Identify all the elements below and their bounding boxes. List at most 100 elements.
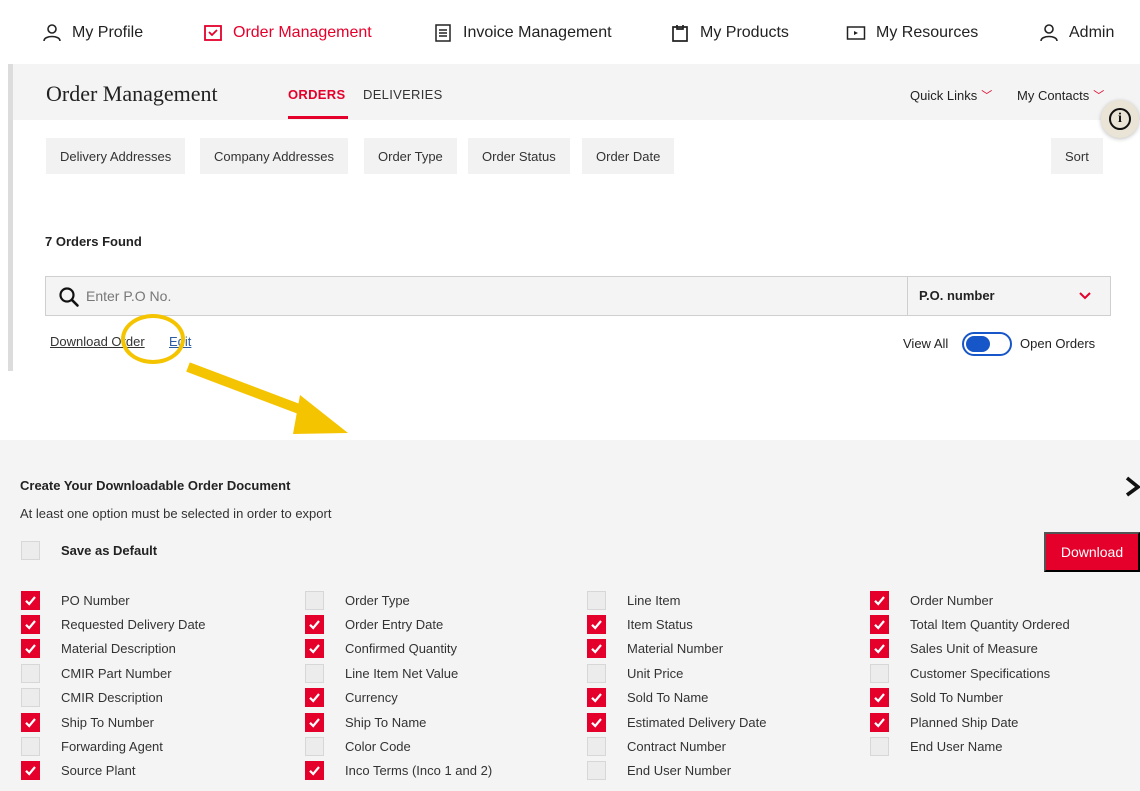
quick-links-dropdown[interactable]: Quick Links ﹀ <box>910 87 992 103</box>
export-option-label: End User Name <box>910 739 1003 755</box>
export-option-label: Sold To Number <box>910 690 1003 706</box>
export-option[interactable]: Inco Terms (Inco 1 and 2) <box>305 759 492 783</box>
export-option[interactable]: Currency <box>305 686 492 710</box>
open-orders-toggle[interactable] <box>962 332 1012 356</box>
filter-order-type[interactable]: Order Type <box>364 138 457 174</box>
checkbox-checked <box>870 590 889 610</box>
export-option[interactable]: Source Plant <box>21 759 206 783</box>
export-option[interactable]: Color Code <box>305 734 492 758</box>
info-button[interactable]: i <box>1101 100 1139 138</box>
export-option[interactable]: Order Type <box>305 588 492 612</box>
download-button[interactable]: Download <box>1044 532 1140 572</box>
checkbox <box>587 663 606 683</box>
chevron-down-icon: ﹀ <box>981 90 993 102</box>
checkbox-checked <box>870 639 889 659</box>
export-option-label: Ship To Name <box>345 714 427 730</box>
export-option[interactable]: Sales Unit of Measure <box>870 637 1070 661</box>
po-search-input[interactable] <box>86 285 886 307</box>
nav-item-label: My Products <box>700 24 789 41</box>
export-option-label: Source Plant <box>61 763 136 779</box>
nav-item-my-profile[interactable]: My Profile <box>42 22 143 44</box>
view-all-label: View All <box>903 336 949 351</box>
checkbox-checked <box>305 761 324 781</box>
nav-item-label: Admin <box>1069 24 1115 41</box>
export-option[interactable]: Line Item <box>587 588 766 612</box>
search-icon <box>59 287 79 307</box>
export-option-label: Sold To Name <box>627 690 709 706</box>
export-option-label: Total Item Quantity Ordered <box>910 617 1070 633</box>
export-option[interactable]: Total Item Quantity Ordered <box>870 612 1070 636</box>
filter-order-status[interactable]: Order Status <box>468 138 570 174</box>
export-option[interactable]: Material Number <box>587 637 766 661</box>
export-option[interactable]: Sold To Number <box>870 686 1070 710</box>
checkbox-checked <box>305 688 324 708</box>
checkbox <box>587 761 606 781</box>
checkbox <box>305 590 324 610</box>
checkbox <box>587 590 606 610</box>
export-option[interactable]: Order Entry Date <box>305 612 492 636</box>
export-option[interactable]: Planned Ship Date <box>870 710 1070 734</box>
export-option[interactable]: End User Name <box>870 734 1070 758</box>
open-orders-label: Open Orders <box>1020 336 1096 351</box>
nav-item-invoice-management[interactable]: Invoice Management <box>433 22 612 44</box>
export-option-label: Confirmed Quantity <box>345 641 457 657</box>
sort-button[interactable]: Sort <box>1051 138 1103 174</box>
my-contacts-label: My Contacts <box>1017 87 1090 103</box>
export-option[interactable]: Material Description <box>21 637 206 661</box>
play-box-icon <box>846 26 866 40</box>
export-option[interactable]: Order Number <box>870 588 1070 612</box>
export-option[interactable]: Requested Delivery Date <box>21 612 206 636</box>
checkbox-checked <box>870 615 889 635</box>
nav-item-my-products[interactable]: My Products <box>670 22 789 44</box>
export-option[interactable]: Customer Specifications <box>870 661 1070 685</box>
filter-company-addresses[interactable]: Company Addresses <box>200 138 348 174</box>
export-option[interactable]: Ship To Number <box>21 710 206 734</box>
export-option[interactable]: Forwarding Agent <box>21 734 206 758</box>
export-option-label: CMIR Description <box>61 690 163 706</box>
export-option[interactable]: PO Number <box>21 588 206 612</box>
checkbox <box>21 541 40 560</box>
checkbox-checked <box>870 688 889 708</box>
export-option-label: Inco Terms (Inco 1 and 2) <box>345 763 493 779</box>
nav-item-my-resources[interactable]: My Resources <box>846 22 978 44</box>
nav-item-label: My Resources <box>876 24 979 41</box>
tab-deliveries[interactable]: DELIVERIES <box>363 87 443 102</box>
export-option[interactable]: Estimated Delivery Date <box>587 710 766 734</box>
checkbox-checked <box>305 615 324 635</box>
close-icon[interactable] <box>1125 475 1140 497</box>
export-option[interactable]: End User Number <box>587 759 766 783</box>
export-option[interactable]: CMIR Description <box>21 686 206 710</box>
export-option[interactable]: Contract Number <box>587 734 766 758</box>
order-icon <box>204 25 222 41</box>
export-option-label: Material Description <box>61 641 176 657</box>
save-as-default-checkbox[interactable]: Save as Default <box>21 541 157 560</box>
chevron-down-icon[interactable] <box>1078 291 1092 301</box>
checkbox-checked <box>587 712 606 732</box>
filter-order-date[interactable]: Order Date <box>582 138 675 174</box>
options-column-1: PO Number Requested Delivery Date Material… <box>21 588 206 783</box>
export-option[interactable]: Confirmed Quantity <box>305 637 492 661</box>
export-option[interactable]: Unit Price <box>587 661 766 685</box>
search-field-select[interactable]: P.O. number <box>919 288 995 303</box>
export-option-label: Material Number <box>627 641 724 657</box>
toggle-knob <box>966 336 990 352</box>
nav-item-admin[interactable]: Admin <box>1039 22 1114 44</box>
my-contacts-dropdown[interactable]: My Contacts ﹀ <box>1017 87 1104 103</box>
tab-orders[interactable]: ORDERS <box>288 87 345 102</box>
export-option[interactable]: Line Item Net Value <box>305 661 492 685</box>
export-option[interactable]: CMIR Part Number <box>21 661 206 685</box>
export-option[interactable]: Sold To Name <box>587 686 766 710</box>
export-option[interactable]: Ship To Name <box>305 710 492 734</box>
export-option[interactable]: Item Status <box>587 612 766 636</box>
checkbox <box>587 737 606 757</box>
nav-item-order-management[interactable]: Order Management <box>203 22 372 44</box>
export-option-label: Forwarding Agent <box>61 739 163 755</box>
checkbox <box>21 663 40 683</box>
filter-delivery-addresses[interactable]: Delivery Addresses <box>46 138 186 174</box>
export-option-label: Requested Delivery Date <box>61 617 206 633</box>
export-option-label: Estimated Delivery Date <box>627 714 767 730</box>
checkbox <box>305 663 324 683</box>
nav-item-label: Invoice Management <box>463 24 612 41</box>
checkbox-checked <box>587 639 606 659</box>
export-option-label: CMIR Part Number <box>61 665 172 681</box>
